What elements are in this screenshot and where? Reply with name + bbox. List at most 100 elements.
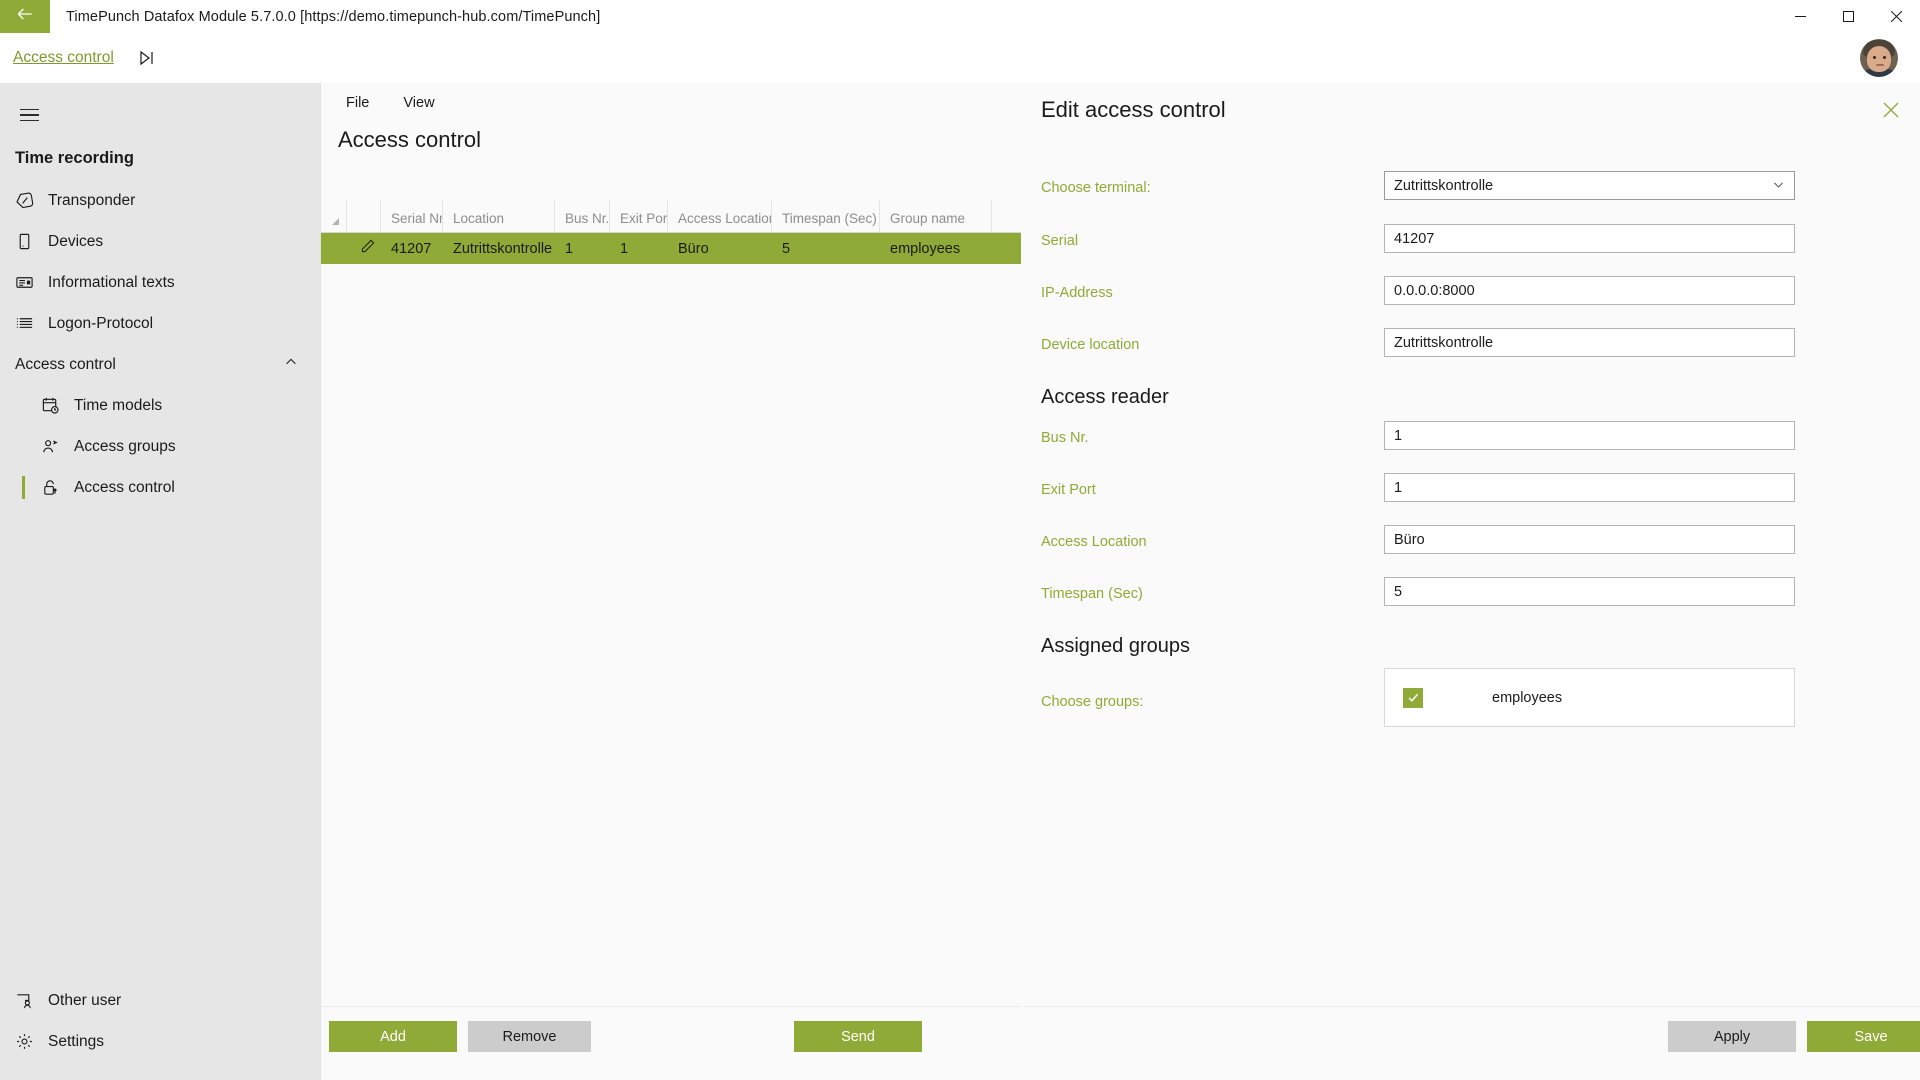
field-row-timespan: Timespan (Sec)	[1024, 575, 1920, 619]
exit-port-input[interactable]	[1384, 473, 1795, 502]
chevron-down-icon	[1772, 178, 1785, 194]
label-ip-address: IP-Address	[1041, 285, 1113, 301]
cell-filler	[992, 233, 1024, 264]
field-row-choose-terminal: Choose terminal: Zutrittskontrolle	[1024, 169, 1920, 213]
label-bus-nr: Bus Nr.	[1041, 430, 1089, 446]
field-row-device-location: Device location	[1024, 326, 1920, 370]
edit-panel-footer: Apply Save	[1024, 1006, 1920, 1080]
table-header-location[interactable]: Location	[443, 200, 555, 232]
menu-view[interactable]: View	[395, 91, 442, 115]
sidebar-item-label: Settings	[48, 1032, 105, 1050]
gear-icon	[15, 1031, 41, 1053]
center-footer: Add Remove Send	[321, 1006, 1024, 1080]
maximize-button[interactable]	[1824, 0, 1872, 33]
table-header-timespan[interactable]: Timespan (Sec)	[772, 200, 880, 232]
label-access-location: Access Location	[1041, 534, 1147, 550]
sidebar-item-access-groups[interactable]: Access groups	[26, 426, 320, 467]
people-group-icon	[41, 436, 67, 458]
label-device-location: Device location	[1041, 337, 1140, 353]
play-to-end-icon[interactable]	[138, 49, 156, 67]
table-select-all-corner[interactable]	[321, 200, 347, 232]
cell-timespan: 5	[782, 240, 791, 257]
table-header-access-location[interactable]: Access Location	[668, 200, 772, 232]
field-row-serial: Serial	[1024, 222, 1920, 266]
send-button[interactable]: Send	[794, 1021, 922, 1052]
sidebar-item-informational-texts[interactable]: Informational texts	[0, 262, 320, 303]
sidebar-item-transponder[interactable]: Transponder	[0, 180, 320, 221]
access-location-input[interactable]	[1384, 525, 1795, 554]
ip-address-input[interactable]	[1384, 276, 1795, 305]
table-header-bus-nr[interactable]: Bus Nr.	[555, 200, 610, 232]
label-choose-groups: Choose groups:	[1041, 694, 1144, 710]
cell-access-location: Büro	[678, 240, 709, 257]
choose-terminal-value: Zutrittskontrolle	[1394, 177, 1494, 194]
sidebar-item-devices[interactable]: Devices	[0, 221, 320, 262]
device-location-input[interactable]	[1384, 328, 1795, 357]
choose-terminal-select[interactable]: Zutrittskontrolle	[1384, 171, 1795, 200]
pencil-icon	[359, 238, 376, 259]
apply-button[interactable]: Apply	[1668, 1021, 1796, 1052]
serial-input[interactable]	[1384, 224, 1795, 253]
row-edit-button[interactable]	[347, 233, 381, 264]
sidebar-item-label: Logon-Protocol	[48, 314, 154, 332]
bus-nr-input[interactable]	[1384, 421, 1795, 450]
cell-serial-nr: 41207	[391, 240, 432, 257]
hamburger-icon[interactable]	[5, 91, 53, 139]
field-row-access-location: Access Location	[1024, 523, 1920, 567]
user-avatar[interactable]	[1860, 39, 1898, 77]
table-header-edit	[347, 200, 381, 232]
info-text-icon	[15, 272, 41, 294]
calendar-clock-icon	[41, 395, 67, 417]
field-row-ip-address: IP-Address	[1024, 274, 1920, 318]
list-icon	[15, 313, 41, 335]
title-bar: TimePunch Datafox Module 5.7.0.0 [https:…	[0, 0, 1920, 33]
table-header-serial-nr[interactable]: Serial Nr.	[381, 200, 443, 232]
sidebar-item-other-user[interactable]: Other user	[0, 980, 320, 1021]
label-serial: Serial	[1041, 233, 1079, 249]
remove-button[interactable]: Remove	[468, 1021, 591, 1052]
edit-access-control-panel: Edit access control Choose terminal: Zut…	[1024, 83, 1920, 1080]
sidebar-group-label: Access control	[15, 355, 116, 373]
close-icon[interactable]	[1876, 95, 1906, 125]
edit-panel-title: Edit access control	[1041, 97, 1226, 122]
assigned-groups-row: Choose groups: employees	[1024, 668, 1920, 738]
transponder-tag-icon	[15, 190, 41, 212]
menu-file[interactable]: File	[338, 91, 377, 115]
device-tablet-icon	[15, 231, 41, 253]
sidebar-item-time-models[interactable]: Time models	[26, 385, 320, 426]
sidebar-subitem-label: Access groups	[74, 437, 176, 455]
table-header-group-name[interactable]: Group name	[880, 200, 992, 232]
close-window-button[interactable]	[1872, 0, 1920, 33]
page-title: Access control	[338, 127, 482, 152]
breadcrumb-link-access-control[interactable]: Access control	[13, 49, 114, 67]
sidebar-group-access-control[interactable]: Access control	[0, 344, 320, 385]
sidebar-subnav: Time models Access groups Access control	[0, 385, 320, 508]
field-row-bus-nr: Bus Nr.	[1024, 419, 1920, 463]
save-button[interactable]: Save	[1807, 1021, 1920, 1052]
row-selector[interactable]	[321, 233, 347, 264]
back-button[interactable]	[0, 0, 50, 33]
sidebar-section-title: Time recording	[15, 149, 134, 167]
sidebar-item-label: Transponder	[48, 191, 136, 209]
minimize-button[interactable]	[1776, 0, 1824, 33]
group-name-label: employees	[1492, 689, 1563, 706]
add-button[interactable]: Add	[329, 1021, 457, 1052]
sidebar-item-label: Devices	[48, 232, 104, 250]
table-header-row: Serial Nr. Location Bus Nr. Exit Port Ac…	[321, 200, 1024, 233]
sidebar-item-logon-protocol[interactable]: Logon-Protocol	[0, 303, 320, 344]
sidebar-item-settings[interactable]: Settings	[0, 1021, 320, 1062]
table-header-exit-port[interactable]: Exit Port	[610, 200, 668, 232]
sidebar-item-access-control[interactable]: Access control	[22, 467, 320, 508]
table-header-filler	[992, 200, 1024, 232]
sidebar-bottom-nav: Other user Settings	[0, 980, 320, 1062]
center-panel: File View Access control Serial Nr. Loca…	[320, 83, 1024, 1080]
chevron-up-icon	[284, 355, 298, 374]
assigned-groups-heading: Assigned groups	[1041, 635, 1190, 657]
label-choose-terminal: Choose terminal:	[1041, 180, 1151, 196]
group-checkbox-employees[interactable]	[1403, 687, 1423, 708]
table-row[interactable]: 41207 Zutrittskontrolle 1 1 Büro 5 emplo…	[321, 233, 1024, 264]
access-control-table: Serial Nr. Location Bus Nr. Exit Port Ac…	[321, 200, 1024, 264]
label-exit-port: Exit Port	[1041, 482, 1096, 498]
menu-bar: File View	[321, 83, 1022, 123]
timespan-input[interactable]	[1384, 577, 1795, 606]
